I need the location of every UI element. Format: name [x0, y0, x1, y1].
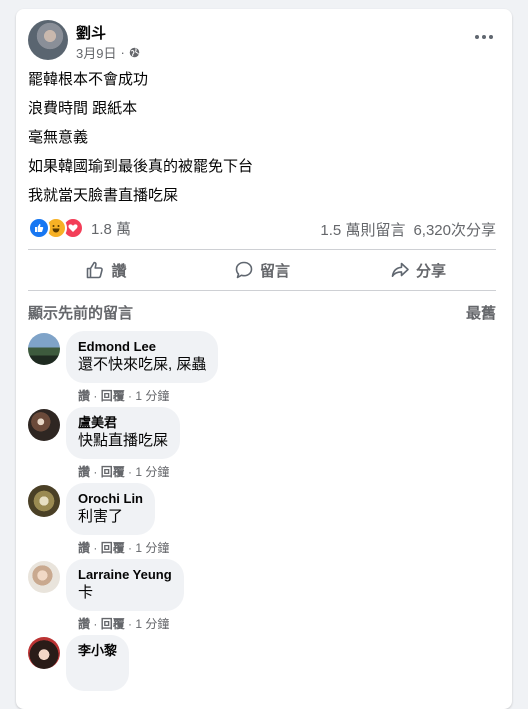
- comment-text: 利害了: [78, 508, 124, 525]
- share-icon: [391, 262, 409, 277]
- comment-count[interactable]: 1.5 萬則留言: [320, 219, 405, 240]
- commenter-name[interactable]: 盧美君: [78, 415, 168, 431]
- comment-bubble: Larraine Yeung 卡: [66, 559, 184, 611]
- comment-bubble: 盧美君 快點直播吃屎: [66, 407, 181, 459]
- post-meta: 3月9日 ·: [76, 43, 140, 62]
- commenter-name[interactable]: Larraine Yeung: [78, 567, 172, 583]
- more-icon-dot: [489, 35, 493, 39]
- comment-actions: 讚 · 回覆 · 1 分鐘: [78, 389, 170, 403]
- post-line: 毫無意義: [28, 129, 89, 146]
- post-line: 罷韓根本不會成功: [28, 71, 149, 88]
- commenter-avatar[interactable]: [28, 409, 60, 441]
- comment-sort-dropdown[interactable]: 最舊: [466, 302, 496, 323]
- commenter-name[interactable]: Edmond Lee: [78, 339, 206, 355]
- comment-like-link[interactable]: 讚: [78, 541, 90, 555]
- commenter-avatar[interactable]: [28, 333, 60, 365]
- comment-bubble: 李小黎: [66, 635, 130, 691]
- comment-like-link[interactable]: 讚: [78, 617, 90, 631]
- like-button[interactable]: 讚: [28, 252, 184, 288]
- more-options-button[interactable]: [472, 27, 496, 47]
- post-line: 我就當天臉書直播吃屎: [28, 187, 179, 204]
- comment-text: 快點直播吃屎: [78, 432, 169, 449]
- like-label: 讚: [111, 262, 127, 280]
- meta-separator: ·: [120, 45, 125, 60]
- commenter-avatar[interactable]: [28, 561, 60, 593]
- share-label: 分享: [415, 262, 446, 280]
- post-actions: 讚 留言 分享: [28, 252, 496, 288]
- more-icon: [475, 35, 479, 39]
- globe-icon: [129, 47, 140, 58]
- share-count[interactable]: 6,320次分享: [413, 219, 496, 240]
- post-line: 如果韓國瑜到最後真的被罷免下台: [28, 158, 254, 175]
- thumbs-up-icon: [87, 261, 104, 279]
- post-author-name[interactable]: 劉斗: [76, 22, 106, 43]
- comment-reply-link[interactable]: 回覆: [101, 541, 125, 555]
- comment-text: 卡: [78, 584, 94, 601]
- comment-reply-link[interactable]: 回覆: [101, 617, 125, 631]
- comment-actions: 讚 · 回覆 · 1 分鐘: [78, 465, 170, 479]
- share-button[interactable]: 分享: [340, 252, 496, 288]
- commenter-name[interactable]: 李小黎: [78, 643, 117, 659]
- comment-time[interactable]: 1 分鐘: [135, 389, 169, 403]
- comment-label: 留言: [259, 262, 290, 280]
- commenter-name[interactable]: Orochi Lin: [78, 491, 143, 507]
- post-card: 劉斗 3月9日 · 罷韓根本不會成功 浪費時間 跟紙本 毫無意義 如果韓國瑜到最…: [16, 9, 512, 709]
- commenter-avatar[interactable]: [28, 637, 60, 669]
- comment-like-link[interactable]: 讚: [78, 465, 90, 479]
- like-reaction-icon: [28, 217, 50, 239]
- more-icon-dot: [482, 35, 486, 39]
- comment-time[interactable]: 1 分鐘: [135, 541, 169, 555]
- divider: [28, 290, 496, 291]
- post-date[interactable]: 3月9日: [76, 43, 116, 62]
- post-line: 浪費時間 跟紙本: [28, 100, 138, 117]
- comment-like-link[interactable]: 讚: [78, 389, 90, 403]
- comment-bubble: Edmond Lee 還不快來吃屎, 屎蟲: [66, 331, 219, 383]
- comment-reply-link[interactable]: 回覆: [101, 389, 125, 403]
- post-text: 罷韓根本不會成功 浪費時間 跟紙本 毫無意義 如果韓國瑜到最後真的被罷免下台 我…: [28, 70, 253, 215]
- comment-icon: [235, 261, 253, 279]
- reaction-count[interactable]: 1.8 萬: [91, 218, 131, 239]
- divider: [28, 249, 496, 250]
- author-avatar[interactable]: [28, 20, 68, 60]
- comment-reply-link[interactable]: 回覆: [101, 465, 125, 479]
- show-previous-comments[interactable]: 顯示先前的留言: [28, 302, 133, 323]
- comment-actions: 讚 · 回覆 · 1 分鐘: [78, 617, 170, 631]
- comment-actions: 讚 · 回覆 · 1 分鐘: [78, 541, 170, 555]
- comment-time[interactable]: 1 分鐘: [135, 617, 169, 631]
- reactions-summary[interactable]: 1.8 萬: [28, 217, 131, 239]
- post-stats: 1.5 萬則留言 6,320次分享: [320, 219, 496, 240]
- comment-button[interactable]: 留言: [184, 252, 340, 288]
- comment-time[interactable]: 1 分鐘: [135, 465, 169, 479]
- comment-text: 還不快來吃屎, 屎蟲: [78, 356, 207, 373]
- commenter-avatar[interactable]: [28, 485, 60, 517]
- comment-bubble: Orochi Lin 利害了: [66, 483, 155, 535]
